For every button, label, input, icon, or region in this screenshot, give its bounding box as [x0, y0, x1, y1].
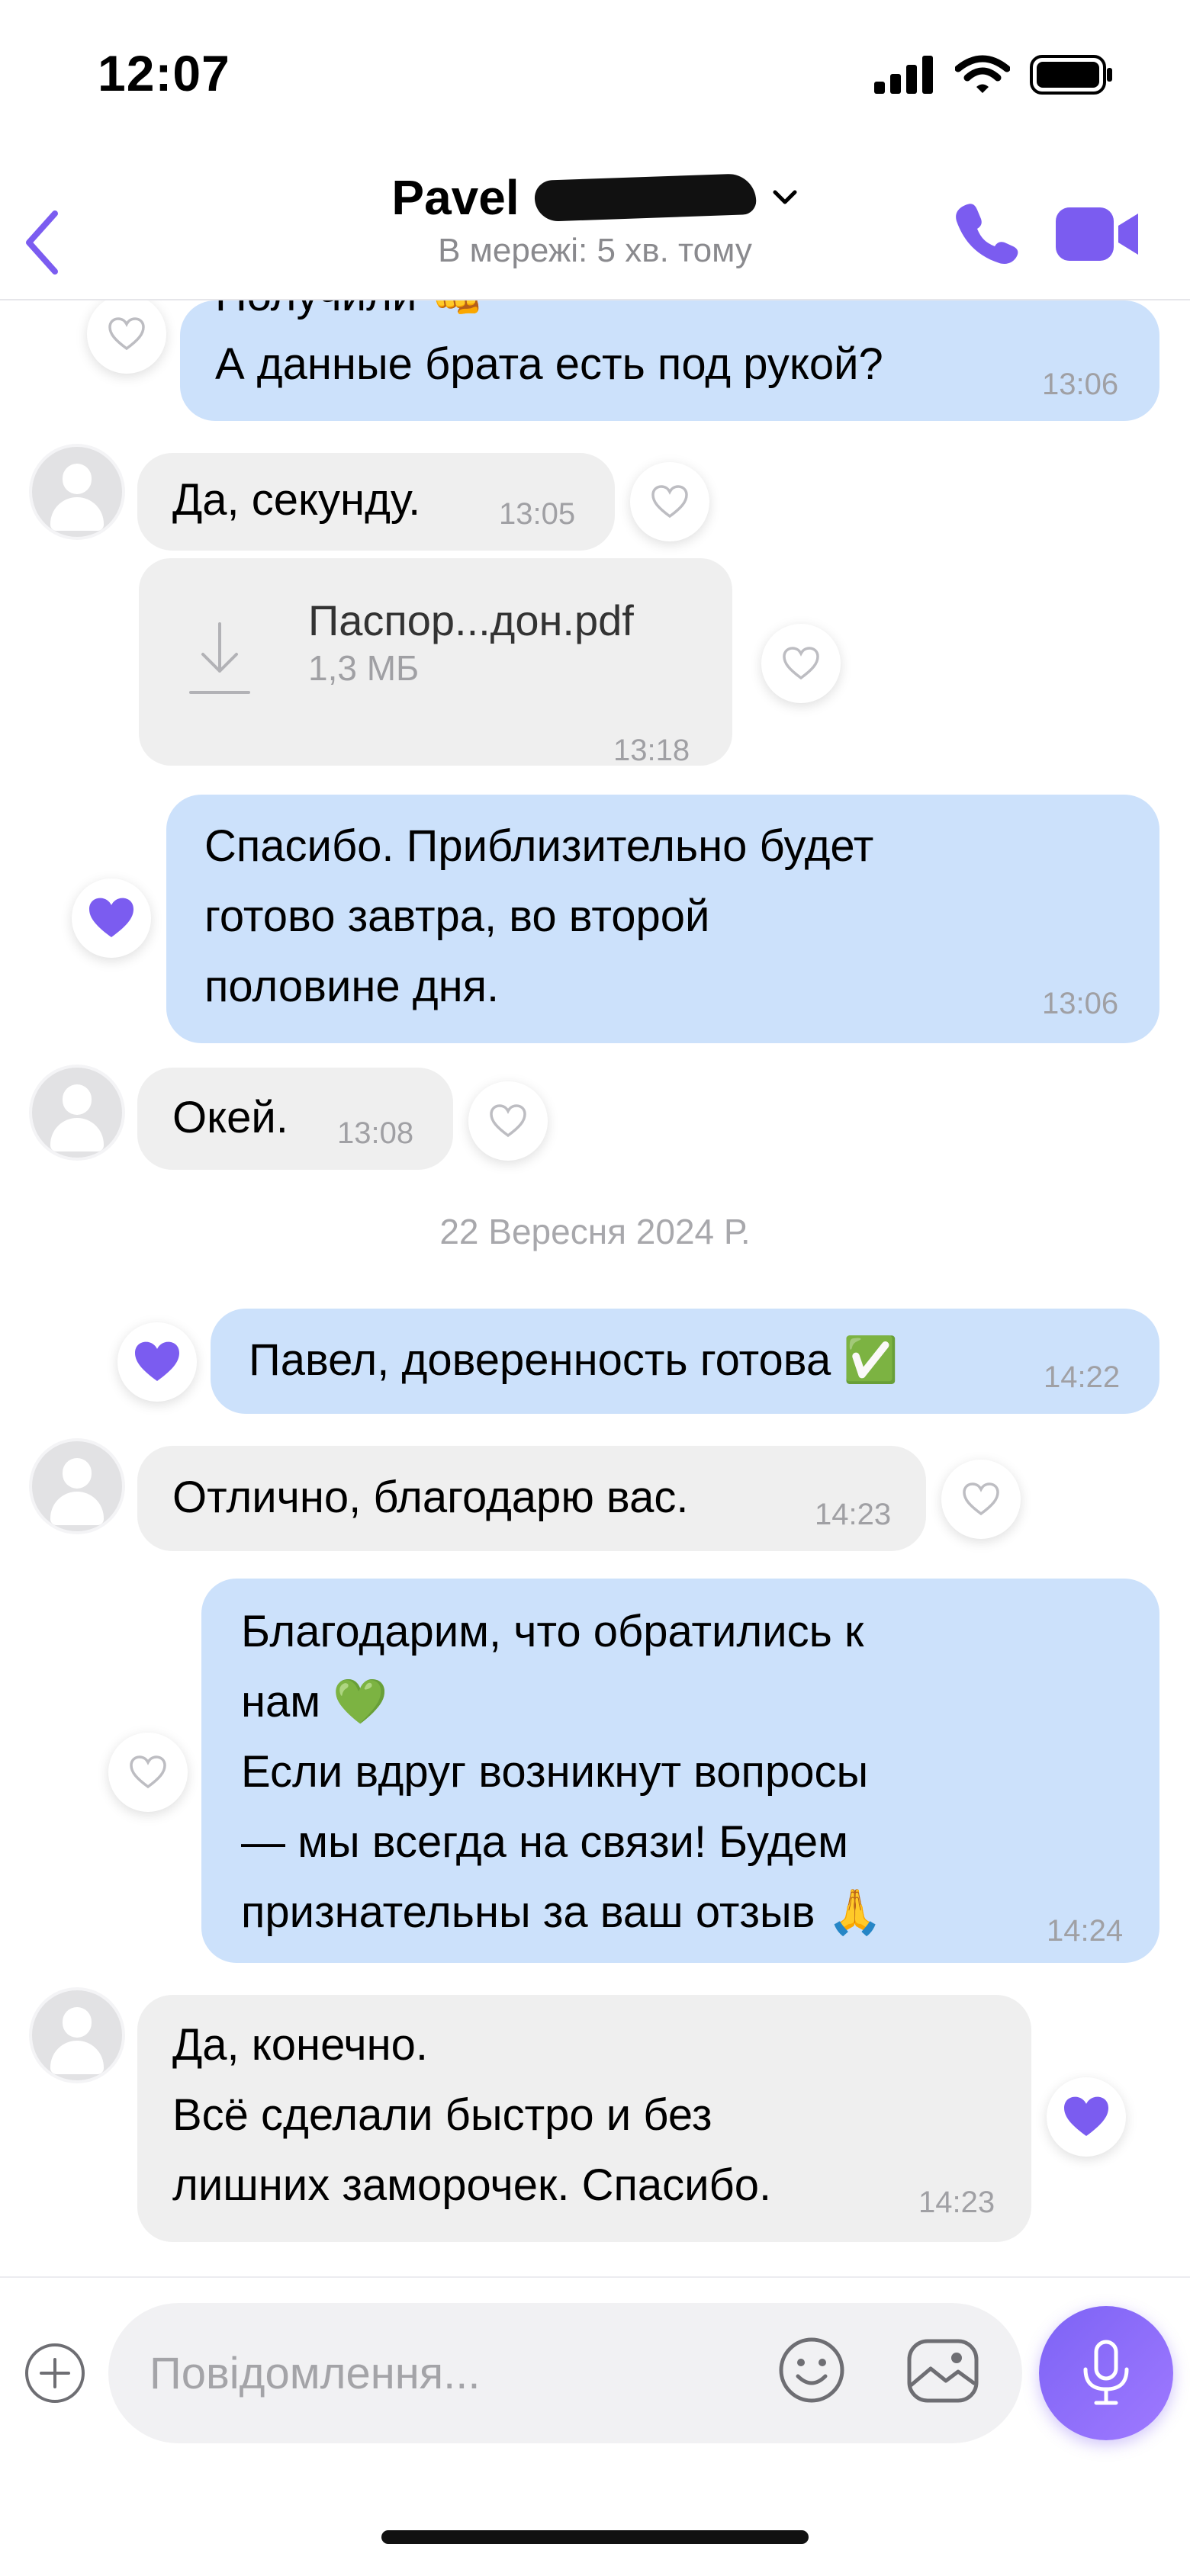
like-button[interactable] [761, 624, 841, 703]
message-text-line: лишних заморочек. Спасибо. [172, 2160, 772, 2210]
heart-icon [130, 1755, 166, 1789]
avatar[interactable] [32, 447, 122, 537]
message-text-line: Если вдруг возникнут вопросы [241, 1747, 869, 1797]
like-button[interactable] [468, 1081, 548, 1161]
heart-icon [963, 1482, 999, 1516]
microphone-button[interactable] [1039, 2306, 1173, 2440]
status-time: 12:07 [98, 45, 230, 101]
like-button[interactable] [108, 1733, 188, 1812]
message-time: 13:06 [1042, 987, 1119, 1020]
message-time: 13:08 [337, 1116, 414, 1150]
message-time: 14:23 [918, 2186, 995, 2219]
gallery-icon[interactable] [903, 2337, 983, 2405]
message-bubble-outgoing[interactable]: Получили 👊 А данные брата есть под рукой… [180, 271, 1159, 421]
like-button-liked[interactable] [72, 878, 151, 958]
message-time: 13:18 [613, 734, 690, 767]
message-bubble-incoming[interactable]: Да, конечно. Всё сделали быстро и без ли… [137, 1995, 1031, 2242]
message-bubble-outgoing[interactable]: Благодарим, что обратились к нам 💚 Если … [201, 1579, 1159, 1963]
message-bubble-incoming[interactable]: Отлично, благодарю вас. 14:23 [137, 1446, 926, 1551]
message-text: Отлично, благодарю вас. [172, 1473, 689, 1522]
like-button[interactable] [941, 1460, 1021, 1539]
plus-icon[interactable] [23, 2341, 87, 2405]
home-indicator [381, 2530, 809, 2544]
message-text-line: половине дня. [204, 962, 500, 1011]
message-text-line: признательны за ваш отзыв 🙏 [241, 1887, 883, 1937]
like-button[interactable] [87, 294, 166, 374]
file-name: Паспор...дон.pdf [308, 596, 634, 644]
message-text: Да, секунду. [172, 475, 421, 525]
redacted-surname-repeat [533, 172, 757, 223]
battery-icon [1030, 55, 1112, 95]
avatar[interactable] [32, 1990, 122, 2080]
message-text: А данные брата есть под рукой? [215, 339, 883, 389]
heart-icon [651, 485, 688, 519]
avatar[interactable] [32, 1068, 122, 1158]
like-button-liked[interactable] [1047, 2077, 1126, 2157]
signal-icon [874, 56, 933, 94]
emoji-icon[interactable] [772, 2330, 851, 2410]
phone-icon[interactable] [954, 200, 1019, 265]
like-button-liked[interactable] [117, 1322, 197, 1402]
message-text-line: Всё сделали быстро и без [172, 2090, 712, 2140]
heart-icon [1064, 2096, 1108, 2137]
back-chevron-icon[interactable] [15, 204, 69, 281]
video-camera-icon[interactable] [1056, 204, 1140, 264]
contact-name-repeat: Pavel [391, 170, 519, 225]
message-time: 14:22 [1044, 1360, 1121, 1394]
avatar[interactable] [32, 1441, 122, 1531]
message-bubble-outgoing[interactable]: Спасибо. Приблизительно будет готово зав… [166, 795, 1159, 1043]
heart-icon [490, 1104, 526, 1138]
message-bubble-incoming[interactable]: Да, секунду. 13:05 [137, 453, 615, 551]
microphone-icon [1083, 2340, 1129, 2405]
message-text-line: Да, конечно. [172, 2020, 429, 2070]
message-time: 14:24 [1047, 1914, 1124, 1948]
download-icon[interactable] [188, 619, 252, 695]
message-text-line: нам 💚 [241, 1677, 388, 1726]
message-bubble-outgoing[interactable]: Павел, доверенность готова ✅ 14:22 [211, 1309, 1159, 1414]
message-text-line: Благодарим, что обратились к [241, 1607, 864, 1656]
heart-icon [89, 898, 133, 938]
message-time: 13:05 [499, 497, 576, 531]
message-text: Павел, доверенность готова ✅ [249, 1335, 899, 1385]
heart-icon [783, 647, 819, 680]
message-time: 14:23 [815, 1498, 892, 1531]
message-text-line: готово завтра, во второй [204, 891, 710, 941]
status-icons [874, 55, 1114, 95]
chevron-down-icon [773, 190, 797, 204]
date-separator: 22 Вересня 2024 Р. [439, 1212, 751, 1251]
file-size: 1,3 МБ [308, 648, 420, 688]
message-text: Окей. [172, 1093, 288, 1142]
like-button[interactable] [630, 462, 709, 541]
heart-icon [135, 1341, 179, 1382]
message-time: 13:06 [1042, 368, 1119, 401]
message-input[interactable] [108, 2303, 1022, 2443]
file-message-bubble[interactable]: Паспор...дон.pdf 1,3 МБ 13:18 [139, 558, 732, 767]
message-bubble-incoming[interactable]: Окей. 13:08 [137, 1068, 453, 1170]
message-text-line: — мы всегда на связи! Будем [241, 1817, 848, 1867]
message-text-line: Спасибо. Приблизительно будет [204, 821, 874, 871]
wifi-icon [955, 55, 1010, 93]
heart-icon [108, 317, 145, 351]
